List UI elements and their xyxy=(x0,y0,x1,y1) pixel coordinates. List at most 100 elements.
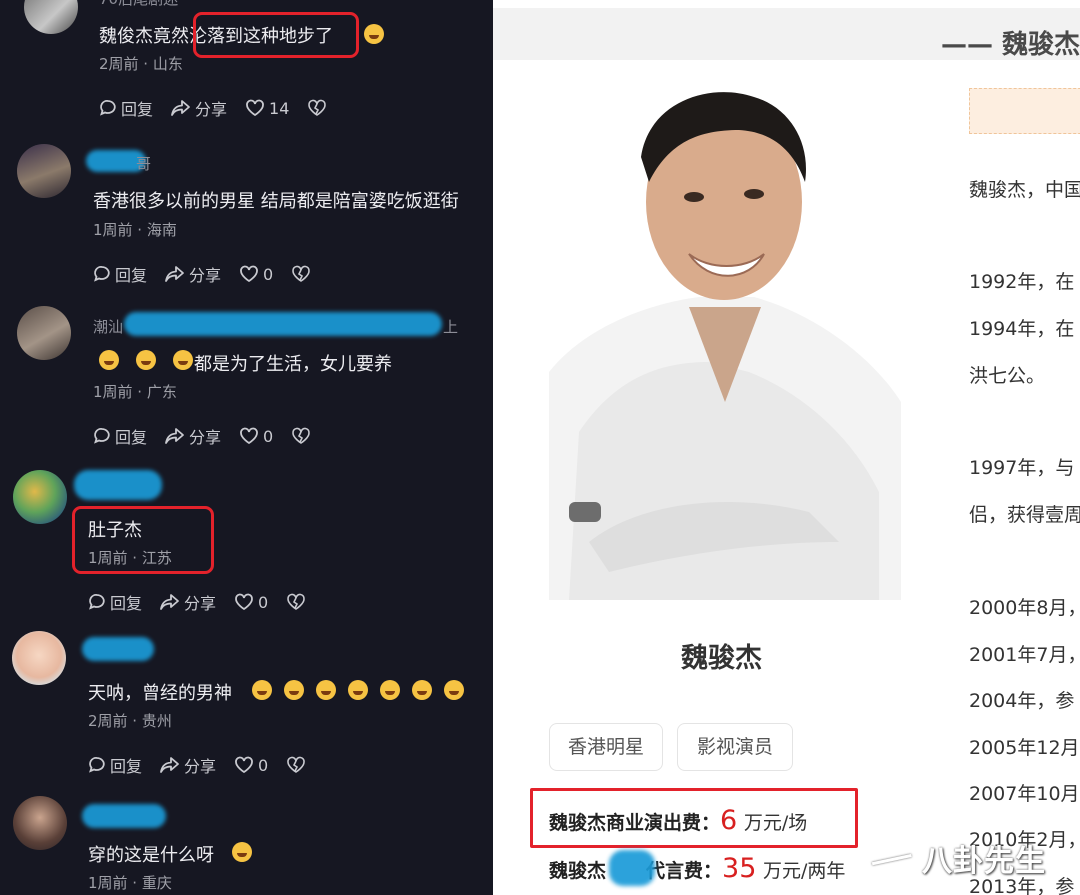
laugh-emoji-icon xyxy=(412,680,432,700)
bio-line: 2001年7月， xyxy=(969,644,1080,666)
grin-emoji-icon xyxy=(232,842,252,862)
avatar[interactable] xyxy=(17,144,71,198)
tag-hongkong-star[interactable]: 香港明星 xyxy=(549,723,663,771)
avatar[interactable] xyxy=(12,631,66,685)
reply-button[interactable]: 回复 xyxy=(88,753,142,777)
reply-icon xyxy=(89,757,105,773)
comment-item: 肚子杰 1周前 · 江苏 回复 分享 0 xyxy=(0,462,493,622)
share-button[interactable]: 分享 xyxy=(165,262,221,286)
biography-text: 魏骏杰，中国 1992年，在 1994年，在 洪七公。 1997年，与 侣，获得… xyxy=(969,0,1080,895)
dislike-button[interactable] xyxy=(291,265,315,283)
watermark: 八卦先生 xyxy=(922,844,1046,879)
comment-item: 潮汕 上 都是为了生活，女儿要养 1周前 · 广东 回复 分享 0 xyxy=(0,300,493,460)
bio-line: 1994年，在 xyxy=(969,318,1075,340)
bio-line: 魏骏杰，中国 xyxy=(969,179,1080,201)
share-button[interactable]: 分享 xyxy=(171,96,227,120)
dislike-button[interactable] xyxy=(286,756,310,774)
bio-line: 1997年，与 xyxy=(969,457,1075,479)
username-redaction xyxy=(124,312,442,336)
highlight-box xyxy=(530,788,858,848)
comment-item: 70后尾剧迷 魏俊杰竟然沦落到这种地步了 2周前 · 山东 回复 分享 14 xyxy=(0,0,493,130)
laugh-emoji-icon xyxy=(136,350,157,370)
avatar[interactable] xyxy=(13,470,67,524)
fee-endorse-unit: 万元/两年 xyxy=(763,860,846,882)
comment-actions: 回复 分享 0 xyxy=(88,590,328,614)
heart-icon xyxy=(235,593,253,611)
dislike-button[interactable] xyxy=(291,427,315,445)
reply-button[interactable]: 回复 xyxy=(88,590,142,614)
laugh-emoji-icon xyxy=(252,680,272,700)
share-button[interactable]: 分享 xyxy=(160,753,216,777)
reply-button[interactable]: 回复 xyxy=(99,96,153,120)
reply-button[interactable]: 回复 xyxy=(93,262,147,286)
reply-label: 回复 xyxy=(115,266,148,285)
share-icon xyxy=(171,100,190,116)
comment-actions: 回复 分享 0 xyxy=(93,424,333,448)
like-button[interactable]: 0 xyxy=(234,756,268,775)
laugh-emoji-icon xyxy=(316,680,336,700)
bio-line: 2005年12月 xyxy=(969,737,1080,759)
like-count: 0 xyxy=(263,264,274,284)
like-button[interactable]: 0 xyxy=(239,427,273,446)
comment-item: 哥 香港很多以前的男星 结局都是陪富婆吃饭逛街 1周前 · 海南 回复 分享 0 xyxy=(0,140,493,300)
reply-icon xyxy=(94,428,110,444)
profile-panel: —— 魏骏杰 魏骏杰 香港明星 影视演员 魏骏杰商业演出费：6 万元/场 魏骏杰… xyxy=(493,0,1080,895)
laugh-emoji-icon xyxy=(444,680,464,700)
bio-line: 1992年，在 xyxy=(969,271,1075,293)
comment-meta: 2周前 · 贵州 xyxy=(88,712,172,730)
like-button[interactable]: 0 xyxy=(239,265,273,284)
fee-endorse-label-end: 代言费： xyxy=(646,860,723,882)
share-label: 分享 xyxy=(184,594,217,613)
comment-text: 香港很多以前的男星 结局都是陪富婆吃饭逛街 xyxy=(93,191,459,212)
comment-meta: 1周前 · 海南 xyxy=(93,221,177,239)
reply-icon xyxy=(89,594,105,610)
fee-endorse-label-start: 魏骏杰 xyxy=(549,860,607,882)
fee-endorse-value: 35 xyxy=(722,853,757,884)
dislike-button[interactable] xyxy=(307,99,331,117)
share-icon xyxy=(160,757,179,773)
emoji-group xyxy=(99,350,199,371)
reply-label: 回复 xyxy=(110,757,143,776)
like-count: 0 xyxy=(258,592,269,612)
laugh-emoji-icon xyxy=(173,350,194,370)
bio-line: 2000年8月， xyxy=(969,597,1080,619)
share-button[interactable]: 分享 xyxy=(165,424,221,448)
avatar[interactable] xyxy=(13,796,67,850)
share-button[interactable]: 分享 xyxy=(160,590,216,614)
dislike-button[interactable] xyxy=(286,593,310,611)
like-button[interactable]: 0 xyxy=(234,593,268,612)
like-count: 0 xyxy=(258,755,269,775)
highlight-box xyxy=(193,12,359,58)
like-count: 0 xyxy=(263,426,274,446)
like-button[interactable]: 14 xyxy=(245,99,289,118)
laugh-emoji-icon xyxy=(284,680,304,700)
username-end[interactable]: 上 xyxy=(443,316,458,337)
comment-actions: 回复 分享 14 xyxy=(99,96,349,120)
emoji-group xyxy=(252,680,476,701)
username[interactable]: 哥 xyxy=(136,153,151,174)
tag-film-actor[interactable]: 影视演员 xyxy=(677,723,793,771)
laugh-emoji-icon xyxy=(348,680,368,700)
reply-label: 回复 xyxy=(115,428,148,447)
username-start[interactable]: 潮汕 xyxy=(93,316,123,337)
comment-item: 穿的这是什么呀 1周前 · 重庆 xyxy=(0,790,493,895)
heart-icon xyxy=(235,756,253,774)
reply-label: 回复 xyxy=(110,594,143,613)
fee-redaction xyxy=(609,850,655,886)
profile-photo xyxy=(549,72,901,600)
like-count: 14 xyxy=(269,98,290,118)
share-icon xyxy=(160,594,179,610)
avatar[interactable] xyxy=(17,306,71,360)
avatar[interactable] xyxy=(24,0,78,34)
share-label: 分享 xyxy=(189,428,222,447)
broken-heart-icon xyxy=(292,427,311,444)
username[interactable]: 70后尾剧迷 xyxy=(99,0,178,9)
laugh-emoji-icon xyxy=(99,350,119,370)
comment-meta: 2周前 · 山东 xyxy=(99,55,183,73)
username-redaction xyxy=(82,637,154,661)
comment-actions: 回复 分享 0 xyxy=(93,262,333,286)
reply-button[interactable]: 回复 xyxy=(93,424,147,448)
comment-meta: 1周前 · 重庆 xyxy=(88,874,172,892)
bio-line: 洪七公。 xyxy=(969,365,1046,387)
actor-portrait-image xyxy=(549,72,901,600)
